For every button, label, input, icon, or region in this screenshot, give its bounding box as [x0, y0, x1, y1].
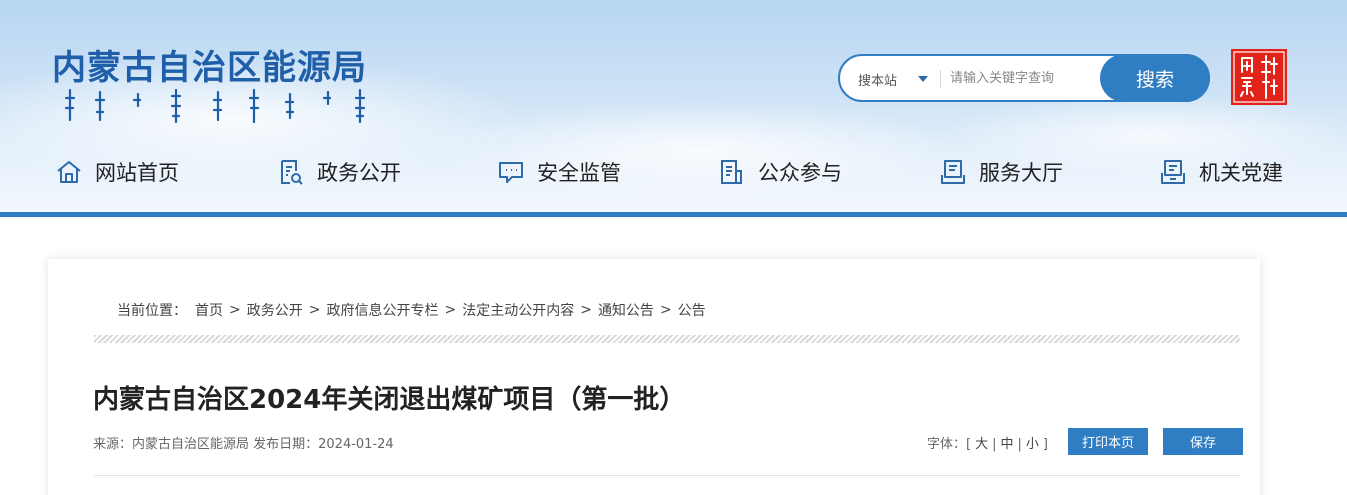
article-meta: 来源：内蒙古自治区能源局 发布日期：2024-01-24 [93, 437, 394, 452]
search-input[interactable] [950, 64, 1100, 92]
font-size-control: 字体：[大 | 中 | 小] [927, 437, 1048, 452]
hatched-divider [94, 335, 1240, 343]
breadcrumb-item-info-column[interactable]: 政府信息公开专栏 [326, 300, 438, 320]
print-button[interactable]: 打印本页 [1068, 428, 1148, 455]
nav-item-home[interactable]: 网站首页 [55, 150, 179, 194]
breadcrumb-item-notices[interactable]: 通知公告 [598, 300, 654, 320]
font-size-medium[interactable]: 中 [996, 437, 1017, 452]
nav-item-label: 服务大厅 [979, 161, 1063, 185]
seal-logo[interactable] [1230, 48, 1288, 106]
breadcrumb-item-announcement[interactable]: 公告 [678, 300, 706, 320]
font-size-large[interactable]: 大 [971, 437, 992, 452]
breadcrumb-separator: > [659, 302, 672, 318]
home-icon [57, 161, 81, 183]
breadcrumb-separator: > [444, 302, 457, 318]
clipboard-icon [721, 160, 742, 184]
save-button[interactable]: 保存 [1163, 428, 1243, 455]
search-button[interactable]: 搜索 [1100, 54, 1210, 102]
meta-divider [94, 475, 1240, 476]
breadcrumb-item-statutory[interactable]: 法定主动公开内容 [462, 300, 574, 320]
nav-item-participation[interactable]: 公众参与 [718, 150, 842, 194]
mongolian-script-logo [64, 88, 366, 124]
service-icon [941, 160, 965, 184]
main-nav: 网站首页 政务公开 安全监管 公众参与 服务大厅 机关党建 [0, 150, 1347, 194]
nav-item-safety[interactable]: 安全监管 [497, 150, 621, 194]
chat-icon [499, 162, 523, 183]
nav-item-label: 网站首页 [95, 161, 179, 185]
breadcrumb-separator: > [308, 302, 321, 318]
nav-item-label: 政务公开 [317, 161, 401, 185]
search-box: 搜本站 搜索 [838, 54, 1210, 102]
nav-item-label: 公众参与 [758, 161, 842, 185]
nav-item-party[interactable]: 机关党建 [1159, 150, 1283, 194]
breadcrumb-item-gov-affairs[interactable]: 政务公开 [247, 300, 303, 320]
document-search-icon [281, 160, 303, 185]
nav-item-gov-affairs[interactable]: 政务公开 [277, 150, 401, 194]
nav-item-label: 安全监管 [537, 161, 621, 185]
search-scope-select[interactable]: 搜本站 [858, 70, 897, 89]
header-divider [0, 212, 1347, 217]
site-title[interactable]: 内蒙古自治区能源局 [52, 40, 367, 89]
breadcrumb-label: 当前位置： [117, 303, 187, 319]
breadcrumb: 当前位置： 首页 > 政务公开 > 政府信息公开专栏 > 法定主动公开内容 > … [117, 300, 706, 320]
site-header: 内蒙古自治区能源局 搜本站 搜索 [0, 0, 1347, 217]
nav-item-label: 机关党建 [1199, 161, 1283, 185]
search-divider [940, 70, 941, 88]
nav-item-service-hall[interactable]: 服务大厅 [939, 150, 1063, 194]
font-size-label: 字体：[ [927, 437, 972, 452]
font-size-end: ] [1042, 437, 1048, 452]
font-size-small[interactable]: 小 [1022, 437, 1043, 452]
breadcrumb-separator: > [580, 302, 592, 318]
badge-icon [1161, 160, 1185, 184]
chevron-down-icon[interactable] [918, 76, 928, 82]
article-card: 当前位置： 首页 > 政务公开 > 政府信息公开专栏 > 法定主动公开内容 > … [48, 259, 1260, 495]
article-title: 内蒙古自治区2024年关闭退出煤矿项目（第一批） [93, 385, 686, 415]
breadcrumb-separator: > [229, 302, 241, 318]
breadcrumb-item-home[interactable]: 首页 [195, 300, 223, 320]
